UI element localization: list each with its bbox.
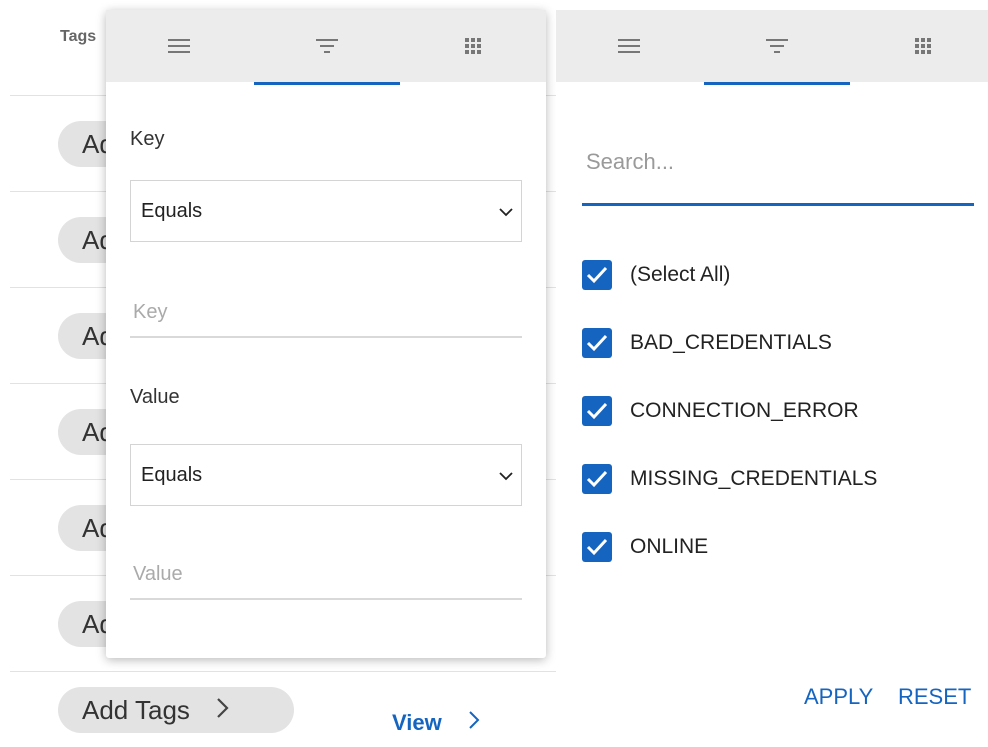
reset-button[interactable]: RESET xyxy=(898,684,971,710)
option-label: ONLINE xyxy=(630,535,709,558)
option-label: CONNECTION_ERROR xyxy=(630,399,859,422)
search-input[interactable] xyxy=(582,130,974,206)
value-input[interactable] xyxy=(130,550,522,600)
key-label: Key xyxy=(130,128,165,150)
option-label: BAD_CREDENTIALS xyxy=(630,331,832,354)
grid-icon xyxy=(915,38,931,54)
grid-icon xyxy=(465,38,481,54)
add-tags-button[interactable]: Add Tags xyxy=(58,687,294,733)
tab-columns[interactable] xyxy=(400,10,546,82)
check-icon[interactable] xyxy=(582,532,612,562)
row-divider xyxy=(10,671,600,672)
chevron-down-icon xyxy=(499,202,513,217)
view-link[interactable]: View xyxy=(392,709,480,737)
check-icon[interactable] xyxy=(582,260,612,290)
view-label: View xyxy=(392,710,442,735)
panel-tab-bar xyxy=(106,10,546,85)
tab-general[interactable] xyxy=(556,10,702,82)
check-icon[interactable] xyxy=(582,328,612,358)
value-label: Value xyxy=(130,386,180,408)
filter-icon xyxy=(765,39,789,53)
key-input[interactable] xyxy=(130,288,522,338)
tab-general[interactable] xyxy=(106,10,252,82)
option-checkbox-row[interactable]: MISSING_CREDENTIALS xyxy=(582,464,877,494)
value-operator-select[interactable]: Equals xyxy=(130,444,522,506)
tab-columns[interactable] xyxy=(850,10,988,82)
panel-tab-bar xyxy=(556,10,988,85)
option-label: (Select All) xyxy=(630,263,731,286)
option-checkbox-row[interactable]: BAD_CREDENTIALS xyxy=(582,328,832,358)
key-operator-select[interactable]: Equals xyxy=(130,180,522,242)
filter-icon xyxy=(315,39,339,53)
add-tags-label: Add Tags xyxy=(82,694,190,725)
key-operator-value: Equals xyxy=(141,199,203,222)
chevron-down-icon xyxy=(499,466,513,481)
select-all-checkbox-row[interactable]: (Select All) xyxy=(582,260,730,290)
tab-filter[interactable] xyxy=(254,10,400,85)
chevron-right-icon xyxy=(468,709,480,737)
set-filter-panel: (Select All) BAD_CREDENTIALS CONNECTION_… xyxy=(556,10,988,747)
option-checkbox-row[interactable]: ONLINE xyxy=(582,532,708,562)
chevron-right-icon xyxy=(216,695,230,726)
column-header-tags[interactable]: Tags xyxy=(60,28,96,46)
menu-lines-icon xyxy=(168,38,190,54)
check-icon[interactable] xyxy=(582,396,612,426)
option-checkbox-row[interactable]: CONNECTION_ERROR xyxy=(582,396,859,426)
check-icon[interactable] xyxy=(582,464,612,494)
menu-lines-icon xyxy=(618,38,640,54)
tab-filter[interactable] xyxy=(704,10,850,85)
column-filter-panel: Key Equals Value Equals xyxy=(106,10,546,658)
apply-button[interactable]: APPLY xyxy=(804,684,873,710)
value-operator-value: Equals xyxy=(141,463,203,486)
option-label: MISSING_CREDENTIALS xyxy=(630,467,878,490)
